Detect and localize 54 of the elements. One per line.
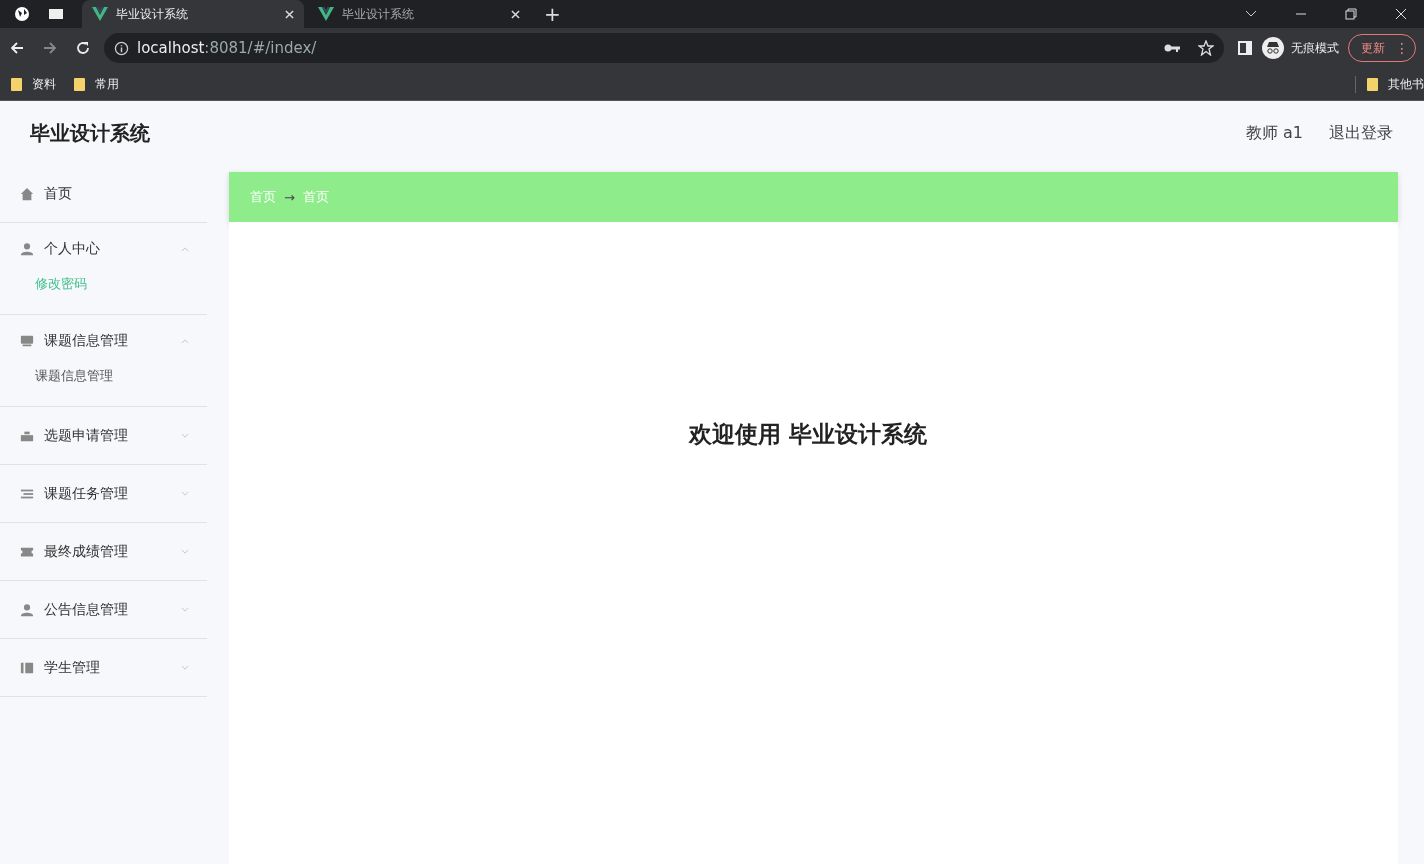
folder-icon (74, 77, 85, 91)
book-icon (20, 660, 34, 675)
info-icon (114, 40, 129, 56)
menu-item[interactable]: 课题信息管理 (0, 315, 207, 367)
folder-icon (11, 77, 22, 91)
menu-item[interactable]: 学生管理 (0, 639, 207, 696)
update-button[interactable]: 更新 (1361, 39, 1385, 57)
logout-link[interactable]: 退出登录 (1329, 122, 1393, 144)
monitor-icon (20, 334, 34, 348)
chevron-icon (181, 433, 189, 438)
window-icon[interactable] (48, 6, 64, 22)
user-icon (20, 242, 34, 256)
menu-button[interactable]: ⋮ (1395, 40, 1409, 56)
close-icon[interactable] (1395, 8, 1407, 20)
star-icon[interactable] (1198, 40, 1214, 56)
menu-item[interactable]: 首页 (0, 165, 207, 222)
chevron-icon (181, 491, 189, 496)
reload-icon[interactable] (75, 40, 91, 56)
chevron-icon (181, 338, 189, 344)
side-panel-icon[interactable] (1237, 40, 1253, 56)
menu-item[interactable]: 选题申请管理 (0, 407, 207, 464)
restore-icon[interactable] (1345, 8, 1357, 20)
arrow-separator: → (284, 189, 295, 205)
submenu-item[interactable]: 课题信息管理 (0, 367, 207, 393)
forward-icon[interactable] (42, 40, 58, 56)
new-tab-button[interactable]: + (544, 2, 561, 26)
menu-item[interactable]: 课题任务管理 (0, 465, 207, 522)
v-logo-icon (92, 7, 108, 21)
chevron-icon (181, 549, 189, 554)
folder-icon (1367, 77, 1378, 91)
chevron-icon (181, 246, 189, 252)
browser-tab[interactable]: 毕业设计系统 (308, 0, 530, 28)
v-logo-icon (318, 7, 334, 21)
bookmark-folder[interactable]: 资料 (11, 75, 56, 93)
menu-item[interactable]: 个人中心 (0, 223, 207, 275)
close-icon[interactable] (511, 9, 520, 19)
browser-tab[interactable]: 毕业设计系统 (82, 0, 304, 28)
close-icon[interactable] (285, 9, 294, 19)
user-icon (20, 602, 34, 617)
incognito-icon (1262, 37, 1284, 59)
app-title: 毕业设计系统 (30, 119, 150, 147)
bookmark-folder[interactable]: 其他书 (1355, 75, 1424, 93)
bookmark-folder[interactable]: 常用 (74, 75, 119, 93)
globe-icon[interactable] (14, 6, 30, 22)
welcome-heading: 欢迎使用 毕业设计系统 (689, 420, 928, 449)
home-icon (20, 186, 34, 201)
chevron-icon (181, 607, 189, 612)
menu-item[interactable]: 公告信息管理 (0, 581, 207, 638)
chevron-icon (181, 665, 189, 670)
menu-item[interactable]: 最终成绩管理 (0, 523, 207, 580)
back-icon[interactable] (9, 40, 25, 56)
incognito-button[interactable]: 无痕模式 (1262, 37, 1339, 59)
user-name: 教师 a1 (1245, 122, 1303, 144)
address-bar[interactable]: localhost:8081/#/index/ (104, 33, 1224, 63)
